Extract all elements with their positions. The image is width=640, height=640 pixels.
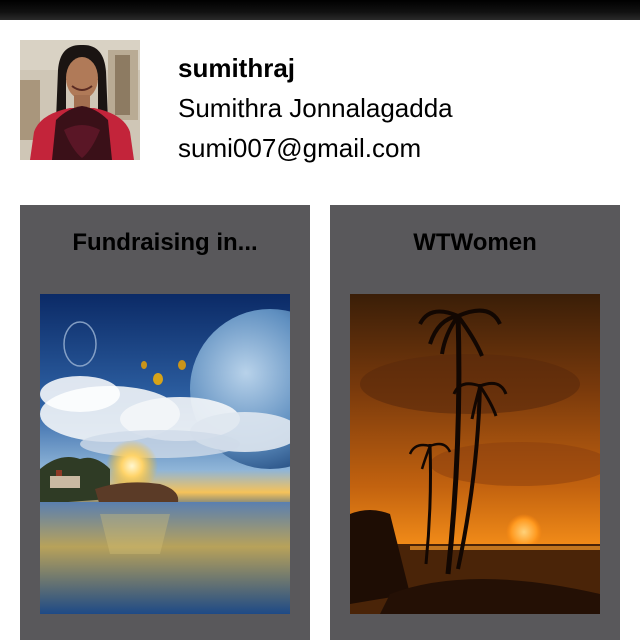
fundraising-card[interactable]: Fundraising in... [20, 205, 310, 640]
profile-info: sumithraj Sumithra Jonnalagadda sumi007@… [178, 48, 453, 168]
full-name: Sumithra Jonnalagadda [178, 93, 453, 123]
email: sumi007@gmail.com [178, 133, 422, 163]
username: sumithraj [178, 53, 296, 83]
status-bar [0, 0, 640, 20]
card-title: Fundraising in... [72, 229, 258, 256]
card-title: WTWomen [413, 229, 537, 256]
palm-sunset-image[interactable] [350, 294, 600, 614]
fantasy-landscape-image[interactable] [40, 294, 290, 614]
wtwomen-card[interactable]: WTWomen [330, 205, 620, 640]
avatar[interactable] [20, 40, 140, 160]
